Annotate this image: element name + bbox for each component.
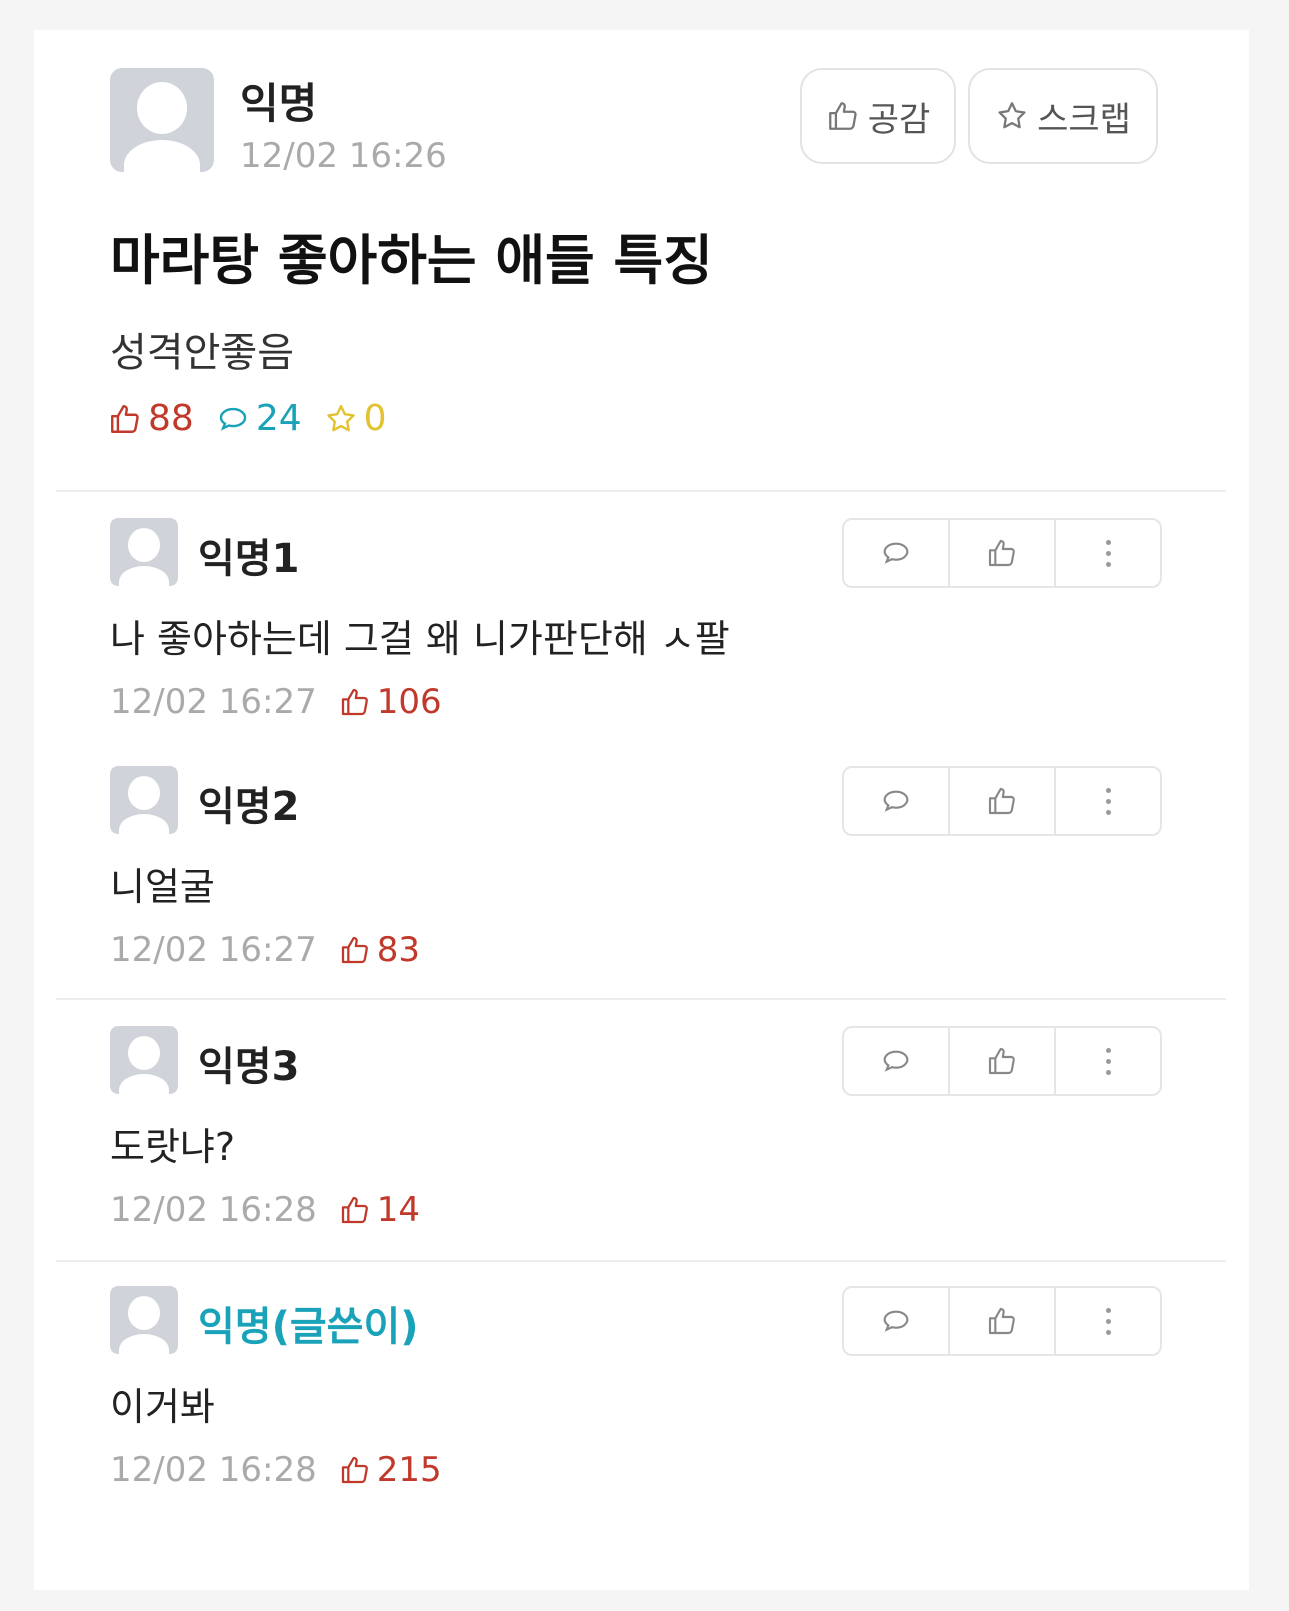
comment-meta: 12/02 16:27 106 — [110, 682, 442, 722]
speech-bubble-icon — [883, 1050, 909, 1072]
comment-meta: 12/02 16:28 14 — [110, 1190, 420, 1230]
speech-bubble-icon — [883, 542, 909, 564]
star-icon — [998, 102, 1026, 129]
comment-author-op: 익명(글쓴이) — [198, 1304, 419, 1350]
reply-button[interactable] — [844, 768, 950, 834]
comment-like-count: 14 — [339, 1190, 420, 1230]
scrap-button-label: 스크랩 — [1037, 99, 1131, 140]
comment-actions — [842, 766, 1162, 836]
speech-bubble-icon — [883, 790, 909, 812]
kebab-menu-icon — [1105, 1307, 1111, 1335]
divider — [56, 1260, 1226, 1262]
comment-like-count: 106 — [339, 682, 442, 722]
like-button[interactable]: 공감 — [800, 68, 956, 164]
thumbs-up-icon — [341, 936, 368, 964]
more-button[interactable] — [1056, 1288, 1160, 1354]
comment-like-count: 83 — [339, 930, 420, 970]
comment-like-button[interactable] — [950, 1028, 1056, 1094]
comment-like-button[interactable] — [950, 768, 1056, 834]
post-scrap-count-value: 0 — [363, 398, 387, 439]
thumbs-up-icon — [341, 1196, 368, 1224]
comment-like-count: 215 — [339, 1450, 442, 1490]
comment-text: 나 좋아하는데 그걸 왜 니가판단해 ㅅ팔 — [110, 617, 730, 661]
comment-actions — [842, 1026, 1162, 1096]
post-timestamp: 12/02 16:26 — [240, 136, 447, 176]
thumbs-up-icon — [988, 1047, 1015, 1075]
post-header: 익명 12/02 16:26 공감 스크랩 — [110, 68, 1210, 178]
kebab-menu-icon — [1105, 539, 1111, 567]
post-comment-count: 24 — [216, 398, 302, 439]
comment-text: 이거봐 — [110, 1385, 215, 1429]
post-title: 마라탕 좋아하는 애들 특징 — [110, 229, 713, 292]
star-icon — [326, 404, 355, 431]
thumbs-up-icon — [988, 787, 1015, 815]
more-button[interactable] — [1056, 520, 1160, 586]
comment-like-count-value: 14 — [376, 1190, 421, 1230]
post-page: 익명 12/02 16:26 공감 스크랩 마라탕 좋아하는 애들 특징 성격안… — [34, 30, 1249, 1590]
post-scrap-count: 0 — [324, 398, 387, 439]
thumbs-up-icon — [341, 688, 368, 716]
post-like-count: 88 — [108, 398, 194, 439]
divider — [56, 490, 1226, 492]
comment-meta: 12/02 16:28 215 — [110, 1450, 442, 1490]
thumbs-up-icon — [988, 1307, 1015, 1335]
thumbs-up-icon — [988, 539, 1015, 567]
comment-avatar — [110, 1026, 178, 1094]
speech-bubble-icon — [219, 407, 247, 431]
comment-item: 익명2 니얼굴 12/02 16:27 83 — [110, 766, 1210, 996]
kebab-menu-icon — [1105, 787, 1111, 815]
like-button-label: 공감 — [867, 99, 931, 140]
comment-author: 익명3 — [198, 1044, 300, 1090]
more-button[interactable] — [1056, 768, 1160, 834]
comment-timestamp: 12/02 16:28 — [110, 1450, 317, 1490]
comment-avatar — [110, 518, 178, 586]
comment-like-count-value: 106 — [376, 682, 442, 722]
post-comment-count-value: 24 — [255, 398, 302, 439]
comment-like-button[interactable] — [950, 1288, 1056, 1354]
comment-author: 익명1 — [198, 536, 300, 582]
scrap-button[interactable]: 스크랩 — [968, 68, 1158, 164]
comment-actions — [842, 518, 1162, 588]
thumbs-up-icon — [828, 102, 857, 130]
comment-author: 익명2 — [198, 784, 300, 830]
comment-item: 익명(글쓴이) 이거봐 12/02 16:28 215 — [110, 1286, 1210, 1516]
post-stats: 88 24 0 — [108, 398, 387, 439]
reply-button[interactable] — [844, 1028, 950, 1094]
comment-like-count-value: 215 — [376, 1450, 442, 1490]
comment-actions — [842, 1286, 1162, 1356]
post-body: 성격안좋음 — [110, 330, 294, 376]
comment-timestamp: 12/02 16:27 — [110, 930, 317, 970]
comment-like-button[interactable] — [950, 520, 1056, 586]
comment-avatar — [110, 1286, 178, 1354]
comment-text: 도랏냐? — [110, 1125, 236, 1169]
comment-timestamp: 12/02 16:27 — [110, 682, 317, 722]
comment-item: 익명3 도랏냐? 12/02 16:28 14 — [110, 1026, 1210, 1256]
comment-item: 익명1 나 좋아하는데 그걸 왜 니가판단해 ㅅ팔 12/02 16:27 10… — [110, 518, 1210, 748]
comment-avatar — [110, 766, 178, 834]
thumbs-up-icon — [341, 1456, 368, 1484]
comment-timestamp: 12/02 16:28 — [110, 1190, 317, 1230]
kebab-menu-icon — [1105, 1047, 1111, 1075]
post-like-count-value: 88 — [148, 398, 194, 439]
reply-button[interactable] — [844, 1288, 950, 1354]
speech-bubble-icon — [883, 1310, 909, 1332]
comment-like-count-value: 83 — [376, 930, 421, 970]
post-author-name: 익명 — [240, 79, 318, 128]
more-button[interactable] — [1056, 1028, 1160, 1094]
divider — [56, 998, 1226, 1000]
reply-button[interactable] — [844, 520, 950, 586]
author-avatar — [110, 68, 214, 172]
comment-text: 니얼굴 — [110, 865, 215, 909]
thumbs-up-icon — [111, 404, 139, 433]
comment-meta: 12/02 16:27 83 — [110, 930, 420, 970]
